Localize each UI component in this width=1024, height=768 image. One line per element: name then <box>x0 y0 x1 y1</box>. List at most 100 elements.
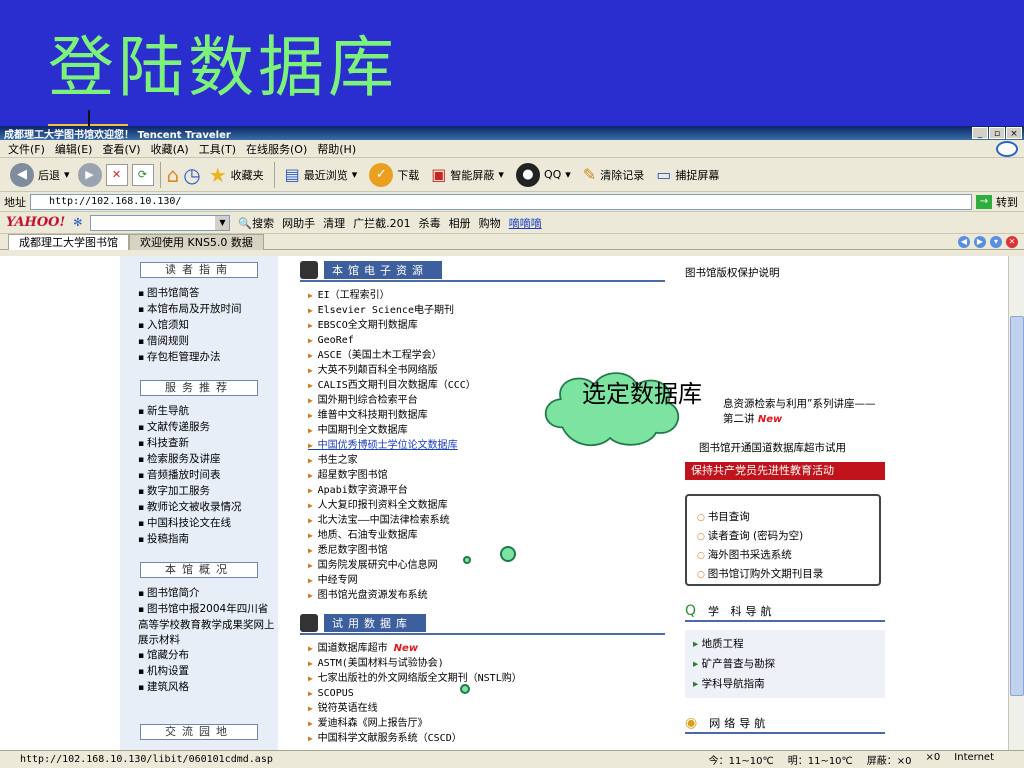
clear-history-button[interactable]: ✎ 清除记录 <box>579 165 648 184</box>
notice-trial[interactable]: 图书馆开通国道数据库超市试用 <box>685 441 885 456</box>
notice-lecture[interactable]: 息资源检索与利用”系列讲座——第二讲 New <box>685 397 885 427</box>
db-link[interactable]: 图书馆光盘资源发布系统 <box>308 588 665 603</box>
home-icon[interactable]: ⌂ <box>167 163 180 187</box>
db-link[interactable]: Apabi数字资源平台 <box>308 483 665 498</box>
list-item[interactable]: 建筑风格 <box>138 680 278 696</box>
qq-button[interactable]: ● QQ ▾ <box>512 162 575 187</box>
db-link[interactable]: 中国科学文献服务系统（CSCD） <box>308 731 665 746</box>
settings-gear-icon[interactable]: ✻ <box>73 216 82 229</box>
tab-kns[interactable]: 欢迎使用 KNS5.0 数据 <box>129 233 264 250</box>
smart-block-button[interactable]: ▣ 智能屏蔽 ▾ <box>427 165 508 184</box>
tab-list-icon[interactable]: ▾ <box>990 235 1002 248</box>
list-item[interactable]: 检索服务及讲座 <box>138 452 278 468</box>
address-input[interactable]: http://102.168.10.130/ <box>30 193 972 210</box>
menu-online[interactable]: 在线服务(O) <box>246 141 307 157</box>
db-link[interactable]: SCOPUS <box>308 686 665 701</box>
tab-library-home[interactable]: 成都理工大学图书馆 <box>8 233 129 250</box>
db-link[interactable]: 地质、石油专业数据库 <box>308 528 665 543</box>
list-item[interactable]: 机构设置 <box>138 664 278 680</box>
refresh-button[interactable]: ⟳ <box>131 163 154 186</box>
db-link[interactable]: Elsevier Science电子期刊 <box>308 303 665 318</box>
db-link[interactable]: 爱迪科森《网上报告厅》 <box>308 716 665 731</box>
list-item[interactable]: 馆藏分布 <box>138 648 278 664</box>
party-banner[interactable]: 保持共产党员先进性教育活动 <box>685 462 885 480</box>
nav-link[interactable]: 学科导航指南 <box>693 674 877 694</box>
yahoo-item-7[interactable]: 嘀嘀嘀 <box>509 215 542 231</box>
list-item[interactable]: 中国科技论文在线 <box>138 516 278 532</box>
list-item[interactable]: 数字加工服务 <box>138 484 278 500</box>
nav-link[interactable]: 矿产普查与勘探 <box>693 654 877 674</box>
db-link[interactable]: ASTM(美国材料与试验协会) <box>308 656 665 671</box>
go-button[interactable]: → 转到 <box>976 194 1024 210</box>
list-item[interactable]: 科技查新 <box>138 436 278 452</box>
yahoo-item-2[interactable]: 清理 <box>323 215 345 231</box>
list-item[interactable]: 入馆须知 <box>138 318 278 334</box>
yahoo-item-6[interactable]: 购物 <box>479 215 501 231</box>
db-link[interactable]: ASCE（美国土木工程学会） <box>308 348 665 363</box>
scrollbar-thumb[interactable] <box>1010 316 1024 696</box>
list-item[interactable]: 教师论文被收录情况 <box>138 500 278 516</box>
favorites-button[interactable]: ★ 收藏夹 <box>205 163 268 187</box>
nav-link[interactable]: 地质工程 <box>693 634 877 654</box>
panel-link[interactable]: 海外图书采选系统 <box>697 546 879 565</box>
history-clock-icon[interactable]: ◷ <box>183 163 200 187</box>
db-link[interactable]: 悉尼数字图书馆 <box>308 543 665 558</box>
download-button[interactable]: ✓ 下载 <box>365 162 423 187</box>
list-item[interactable]: 本馆布局及开放时间 <box>138 302 278 318</box>
star-icon: ★ <box>208 162 227 187</box>
db-link[interactable]: EBSCO全文期刊数据库 <box>308 318 665 333</box>
panel-link[interactable]: 图书馆订购外文期刊目录 <box>697 565 879 584</box>
list-item[interactable]: 新生导航 <box>138 404 278 420</box>
status-url: http://102.168.10.130/libit/060101cdmd.a… <box>20 754 273 765</box>
list-item[interactable]: 投稿指南 <box>138 532 278 548</box>
db-link[interactable]: 国务院发展研究中心信息网 <box>308 558 665 573</box>
db-link[interactable]: 书生之家 <box>308 453 665 468</box>
list-item[interactable]: 借阅规则 <box>138 334 278 350</box>
notice-copyright[interactable]: 图书馆版权保护说明 <box>685 266 885 281</box>
db-link[interactable]: 北大法宝——中国法律检索系统 <box>308 513 665 528</box>
minimize-button[interactable]: _ <box>972 127 988 139</box>
close-button[interactable]: × <box>1006 127 1022 139</box>
panel-link[interactable]: 书目查询 <box>697 508 879 527</box>
menu-help[interactable]: 帮助(H) <box>317 141 356 157</box>
db-link[interactable]: 超星数字图书馆 <box>308 468 665 483</box>
db-link[interactable]: 中经专网 <box>308 573 665 588</box>
db-link[interactable]: 人大复印报刊资料全文数据库 <box>308 498 665 513</box>
list-item[interactable]: 文献传递服务 <box>138 420 278 436</box>
db-link[interactable]: 国道数据库超市 New <box>308 641 665 656</box>
list-item[interactable]: 音频播放时间表 <box>138 468 278 484</box>
menu-favorites[interactable]: 收藏(A) <box>151 141 189 157</box>
back-button[interactable]: ◀ 后退 ▾ <box>6 162 74 187</box>
db-link[interactable]: EI（工程索引） <box>308 288 665 303</box>
menu-edit[interactable]: 编辑(E) <box>55 141 93 157</box>
capture-screen-button[interactable]: ▭ 捕捉屏幕 <box>652 165 723 184</box>
yahoo-search-input[interactable] <box>90 214 231 231</box>
list-item[interactable]: 存包柜管理办法 <box>138 350 278 366</box>
trial-section-heading: 试用数据库 <box>300 613 665 635</box>
db-link[interactable]: GeoRef <box>308 333 665 348</box>
panel-link[interactable]: 读者查询 (密码为空) <box>697 527 879 546</box>
tab-next-icon[interactable]: ▶ <box>974 235 986 248</box>
right-sidebar: 图书馆版权保护说明 息资源检索与利用”系列讲座——第二讲 New 图书馆开通国道… <box>685 256 885 750</box>
menu-file[interactable]: 文件(F) <box>8 141 45 157</box>
yahoo-search-button[interactable]: 🔍搜索 <box>238 215 274 231</box>
forward-button[interactable]: ▶ <box>77 162 102 187</box>
tab-prev-icon[interactable]: ◀ <box>958 235 970 248</box>
vertical-scrollbar[interactable] <box>1008 256 1024 750</box>
yahoo-item-1[interactable]: 网助手 <box>282 215 315 231</box>
recent-button[interactable]: ▤ 最近浏览 ▾ <box>281 165 362 184</box>
yahoo-item-4[interactable]: 杀毒 <box>419 215 441 231</box>
list-item[interactable]: 图书馆简介 <box>138 586 278 602</box>
menu-tools[interactable]: 工具(T) <box>199 141 236 157</box>
yahoo-item-3[interactable]: 广拦截.201 <box>353 215 411 231</box>
db-link[interactable]: 七家出版社的外文网络版全文期刊（NSTL购） <box>308 671 665 686</box>
maximize-button[interactable]: ▫ <box>989 127 1005 139</box>
list-item[interactable]: 图书馆简答 <box>138 286 278 302</box>
yahoo-item-5[interactable]: 相册 <box>449 215 471 231</box>
list-item[interactable]: 图书馆中报2004年四川省高等学校教育教学成果奖网上展示材料 <box>138 602 278 648</box>
stop-button[interactable]: ✕ <box>105 163 128 186</box>
tab-close-icon[interactable]: ✕ <box>1006 235 1018 248</box>
menu-view[interactable]: 查看(V) <box>102 141 140 157</box>
yahoo-logo[interactable]: YAHOO! <box>6 215 65 230</box>
db-link[interactable]: 锐符英语在线 <box>308 701 665 716</box>
